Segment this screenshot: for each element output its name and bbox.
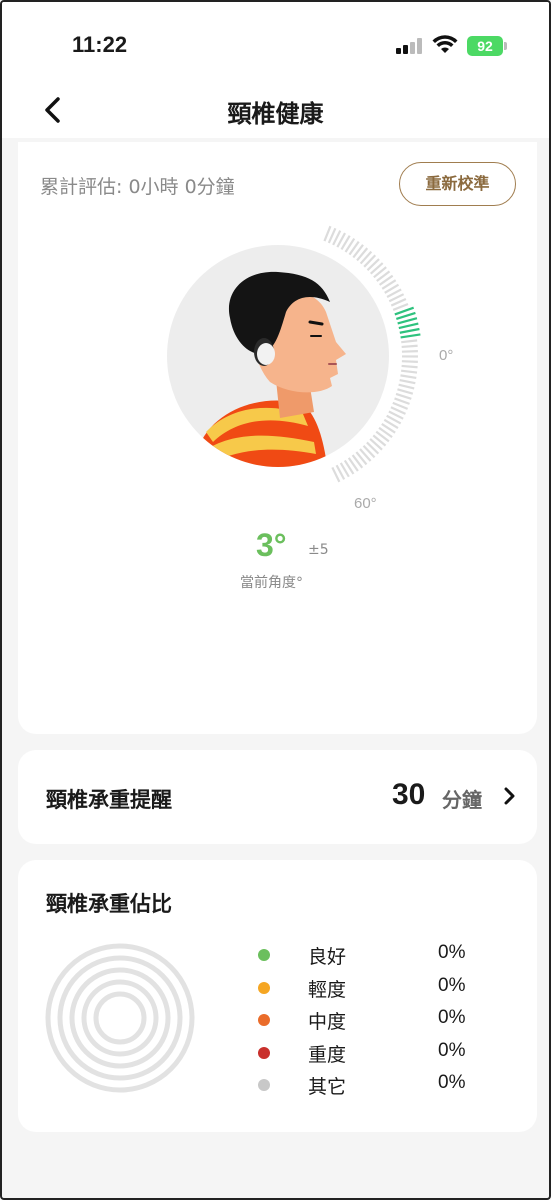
gauge-tick bbox=[398, 383, 415, 390]
legend-dot-icon bbox=[258, 1046, 270, 1059]
gauge-tick bbox=[395, 392, 412, 400]
gauge-tick bbox=[398, 322, 419, 330]
reminder-row[interactable]: 頸椎承重提醒 30 分鐘 bbox=[18, 750, 537, 844]
legend-dot-icon bbox=[258, 1079, 270, 1091]
gauge-tick bbox=[401, 339, 418, 344]
scale-bottom-label: 60° bbox=[354, 495, 377, 512]
legend-item: 中度 0% bbox=[258, 1007, 498, 1033]
legend-name: 輕度 bbox=[308, 978, 347, 1001]
ratio-card: 頸椎承重佔比 良好 0% 輕度 0% 中度 0% 重度 0% 其它 0% bbox=[18, 860, 537, 1132]
gauge-tick bbox=[400, 374, 417, 379]
gauge-tick bbox=[400, 369, 418, 374]
gauge-tick bbox=[401, 344, 418, 349]
legend-percent: 0% bbox=[438, 1007, 466, 1028]
wifi-icon bbox=[432, 35, 458, 53]
legend-item: 輕度 0% bbox=[258, 975, 498, 1001]
page-title: 頸椎健康 bbox=[227, 100, 324, 128]
angle-tolerance: ±5 bbox=[308, 542, 329, 558]
gauge-tick bbox=[394, 397, 410, 405]
gauge-tick bbox=[401, 360, 418, 363]
posture-card: 累計評估: 0小時 0分鐘 重新校準 0° 60° 3° ±5 當前角度° bbox=[18, 142, 537, 734]
legend-percent: 0% bbox=[438, 1072, 466, 1093]
gauge-tick bbox=[401, 364, 418, 369]
legend-name: 中度 bbox=[308, 1011, 347, 1033]
scale-top-label: 0° bbox=[439, 347, 453, 364]
status-time: 11:22 bbox=[72, 32, 128, 57]
status-bar: 11:22 92 bbox=[2, 2, 549, 82]
battery-tip bbox=[504, 42, 507, 50]
ratio-title: 頸椎承重佔比 bbox=[46, 892, 172, 916]
legend-percent: 0% bbox=[438, 1039, 466, 1061]
chevron-right-icon[interactable] bbox=[502, 784, 518, 808]
gauge-tick bbox=[400, 333, 421, 339]
gauge-tick bbox=[401, 350, 418, 353]
legend-dot-icon bbox=[258, 981, 270, 994]
gauge-tick bbox=[399, 379, 416, 385]
legend-dot-icon bbox=[258, 1014, 270, 1026]
angle-gauge: 0° 60° bbox=[167, 225, 453, 512]
screen: 11:22 92 頸椎健康 累計評估: 0小時 0分鐘 重新校準 0° 60° … bbox=[0, 0, 551, 1200]
legend-name: 良好 bbox=[308, 946, 347, 968]
reminder-label: 頸椎承重提醒 bbox=[46, 788, 172, 812]
nav-bar: 頸椎健康 bbox=[2, 82, 549, 138]
legend-item: 重度 0% bbox=[258, 1040, 498, 1066]
ratio-rings-chart bbox=[45, 943, 195, 1093]
current-angle-label: 當前角度° bbox=[240, 575, 303, 591]
current-angle-value: 3° bbox=[256, 527, 287, 563]
legend-name: 其它 bbox=[308, 1076, 347, 1098]
legend-percent: 0% bbox=[438, 974, 466, 996]
gauge-tick bbox=[397, 388, 414, 395]
gauge-tick bbox=[399, 327, 420, 334]
gauge-tick bbox=[397, 317, 418, 325]
legend-item: 其它 0% bbox=[258, 1072, 498, 1098]
legend-dot-icon bbox=[258, 949, 270, 961]
legend-percent: 0% bbox=[438, 942, 466, 963]
legend-name: 重度 bbox=[308, 1043, 347, 1066]
reminder-value: 30 bbox=[392, 778, 426, 811]
reminder-unit: 分鐘 bbox=[442, 788, 482, 812]
signal-icon bbox=[396, 38, 424, 54]
battery-icon: 92 bbox=[467, 36, 503, 56]
legend-item: 良好 0% bbox=[258, 942, 498, 968]
